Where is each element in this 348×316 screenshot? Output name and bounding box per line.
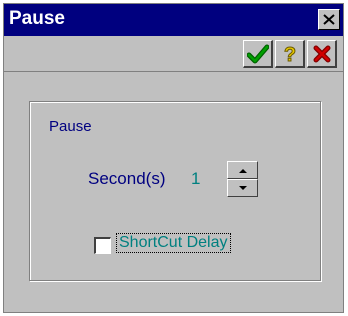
ok-button[interactable]: [243, 40, 273, 68]
close-icon: [323, 14, 335, 25]
seconds-spinner[interactable]: [227, 161, 258, 197]
shortcut-delay-label[interactable]: ShortCut Delay: [116, 233, 231, 253]
shortcut-delay-checkbox[interactable]: [94, 237, 111, 254]
arrow-up-icon: [238, 168, 247, 173]
seconds-value[interactable]: 1: [191, 169, 200, 189]
seconds-label: Second(s): [88, 169, 166, 188]
red-x-icon: [313, 45, 330, 62]
question-mark-icon: ?: [283, 43, 296, 65]
svg-text:?: ?: [283, 44, 295, 65]
title-bar[interactable]: Pause: [4, 4, 343, 36]
help-button[interactable]: ?: [275, 40, 305, 68]
spin-up-button[interactable]: [227, 161, 258, 179]
cancel-button[interactable]: [307, 40, 337, 68]
toolbar: ?: [4, 36, 343, 72]
group-label: Pause: [49, 118, 92, 135]
spin-down-button[interactable]: [227, 179, 258, 197]
window-title: Pause: [9, 8, 65, 29]
checkmark-icon: [246, 44, 269, 63]
close-button[interactable]: [318, 9, 340, 30]
arrow-down-icon: [238, 185, 247, 190]
